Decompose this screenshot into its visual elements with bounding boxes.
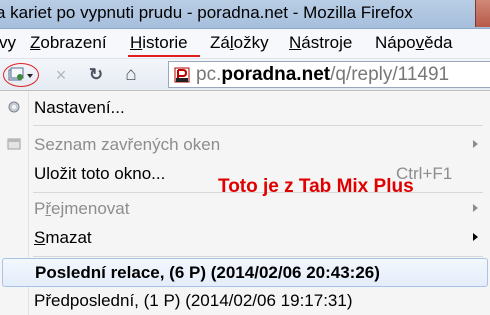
menu-item-closed-windows-label: Seznam zavřených oken bbox=[34, 135, 221, 154]
menu-historie-label: istorie bbox=[142, 33, 188, 52]
menu-zalozky-pre: Zá bbox=[210, 33, 230, 52]
window-control-button[interactable] bbox=[475, 0, 490, 27]
stop-button[interactable]: × bbox=[52, 66, 70, 84]
menu-item-closed-windows[interactable]: Seznam zavřených oken bbox=[0, 131, 490, 159]
menu-item-delete[interactable]: Smazat bbox=[0, 224, 490, 252]
menu-napoveda-pre: Nápo bbox=[375, 33, 416, 52]
annotation-text: Toto je z Tab Mix Plus bbox=[218, 176, 414, 197]
menu-zobrazeni-label: obrazení bbox=[40, 33, 107, 52]
site-favicon bbox=[174, 67, 190, 83]
menu-item-last-session-label: Poslední relace, (6 P) (2014/02/06 20:43… bbox=[35, 263, 380, 282]
session-dropdown-menu: Nastavení... Seznam zavřených oken Uloži… bbox=[0, 90, 490, 315]
rename-pre: P bbox=[34, 199, 46, 218]
annotation-underline bbox=[128, 55, 200, 57]
menu-nastroje-accesskey: N bbox=[289, 33, 302, 52]
settings-icon bbox=[8, 101, 20, 113]
annotation-oval bbox=[3, 63, 39, 87]
menu-historie-accesskey: H bbox=[130, 33, 143, 52]
url-path: /q/reply/11491 bbox=[330, 64, 450, 85]
submenu-arrow-icon bbox=[473, 233, 478, 241]
menu-separator bbox=[33, 256, 483, 257]
delete-post: mazat bbox=[45, 228, 92, 247]
menu-napoveda-label: ěda bbox=[424, 33, 453, 52]
menu-view-partial[interactable]: vy bbox=[0, 33, 16, 53]
menu-item-save-window-label: Uložit toto okno... bbox=[34, 164, 166, 183]
window-titlebar: a kariet po vypnuti prudu - poradna.net … bbox=[0, 0, 490, 29]
menu-zalozky-label: ožky bbox=[233, 33, 269, 52]
reload-button[interactable]: ↻ bbox=[87, 66, 105, 84]
menu-item-settings[interactable]: Nastavení... bbox=[0, 94, 490, 122]
menu-zobrazeni-accesskey: Z bbox=[30, 33, 41, 52]
menu-zalozky[interactable]: Záložky bbox=[210, 33, 269, 53]
window-title: a kariet po vypnuti prudu - poradna.net … bbox=[0, 3, 413, 22]
url-domain: poradna.net bbox=[221, 64, 331, 85]
menu-napoveda[interactable]: Nápověda bbox=[375, 33, 453, 53]
menu-item-previous-session-label: Předposlední, (1 P) (2014/02/06 19:17:31… bbox=[34, 291, 353, 310]
delete-accesskey: S bbox=[34, 228, 46, 247]
menu-item-delete-label: Smazat bbox=[34, 228, 92, 248]
menu-nastroje-label: ástroje bbox=[301, 33, 353, 52]
menu-zobrazeni[interactable]: Zobrazení bbox=[30, 33, 107, 53]
submenu-arrow-icon bbox=[473, 140, 478, 148]
menu-item-last-session[interactable]: Poslední relace, (6 P) (2014/02/06 20:43… bbox=[2, 258, 488, 287]
menu-item-rename-label: Přejmenovat bbox=[34, 199, 129, 219]
submenu-arrow-icon bbox=[473, 204, 478, 212]
menubar: vy Zobrazení Historie Záložky Nástroje N… bbox=[0, 29, 490, 59]
home-button[interactable]: ⌂ bbox=[121, 65, 141, 84]
menu-separator bbox=[33, 125, 483, 126]
closed-windows-icon bbox=[7, 138, 21, 150]
url-text: pc.poradna.net/q/reply/11491 bbox=[196, 64, 449, 86]
url-prefix: pc. bbox=[196, 64, 222, 85]
menu-nastroje[interactable]: Nástroje bbox=[289, 33, 352, 53]
menu-item-rename[interactable]: Přejmenovat bbox=[0, 195, 490, 223]
menu-napoveda-accesskey: v bbox=[415, 33, 425, 52]
rename-post: ejmenovat bbox=[51, 199, 130, 218]
menu-item-previous-session[interactable]: Předposlední, (1 P) (2014/02/06 19:17:31… bbox=[0, 287, 490, 315]
url-bar[interactable]: pc.poradna.net/q/reply/11491 bbox=[168, 61, 490, 88]
menu-item-settings-label: Nastavení... bbox=[34, 98, 125, 117]
menu-historie[interactable]: Historie bbox=[130, 33, 188, 53]
